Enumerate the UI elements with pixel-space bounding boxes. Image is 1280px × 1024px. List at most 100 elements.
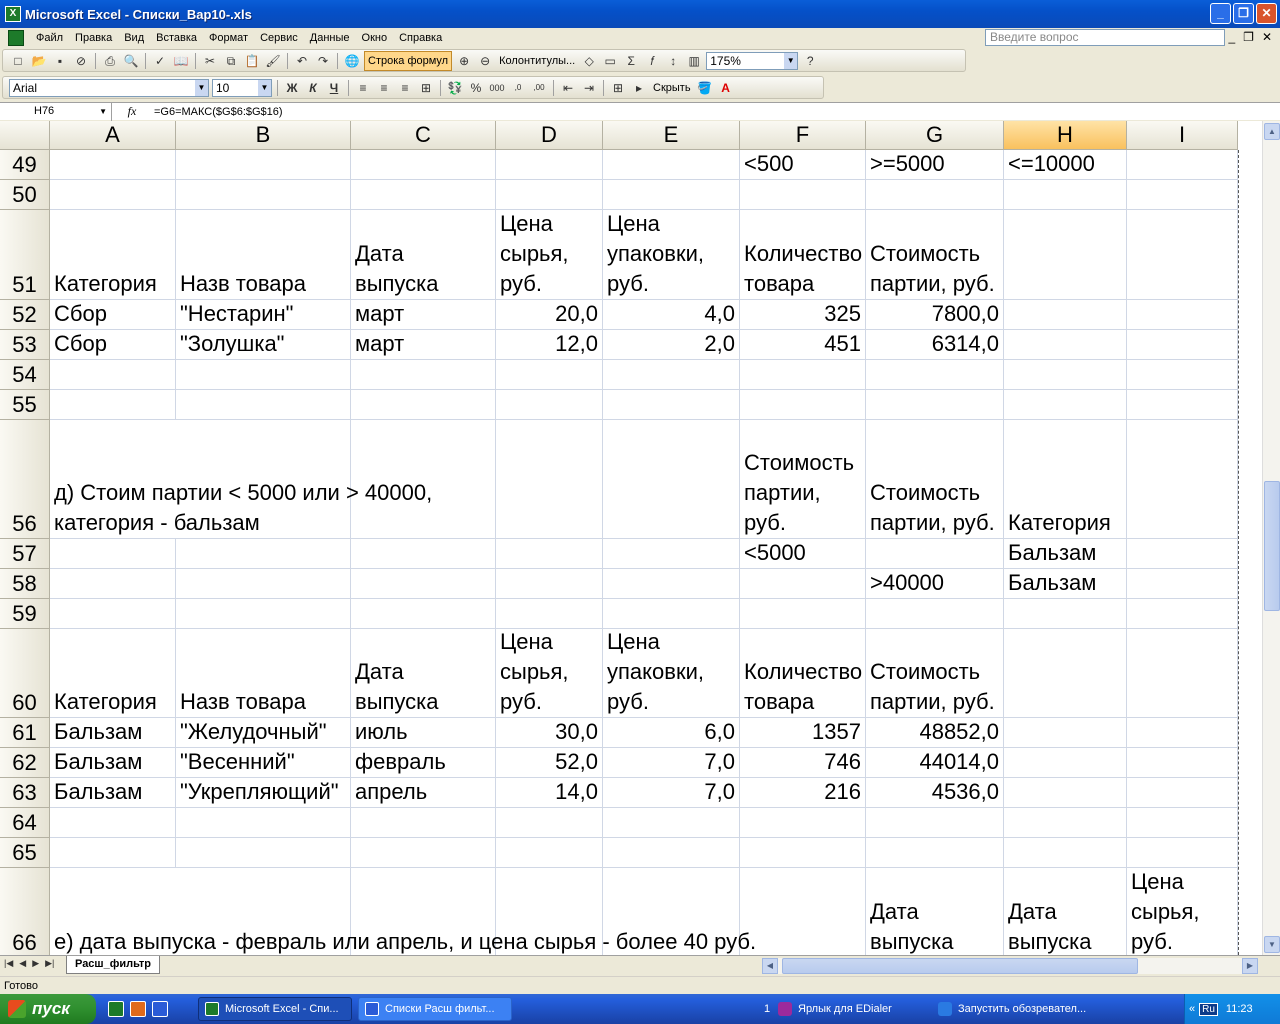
cell-i51[interactable] [1127,210,1238,300]
cell-h56[interactable]: Категория [1004,420,1127,539]
cell-b60[interactable]: Назв товара [176,629,351,718]
cell-a55[interactable] [50,390,176,420]
function-icon[interactable]: 𝑓 [643,52,661,70]
cell-h58[interactable]: Бальзам [1004,569,1127,599]
row-header[interactable]: 61 [0,718,50,748]
column-header-d[interactable]: D [496,121,603,150]
cell-c55[interactable] [351,390,496,420]
cell-g49[interactable]: >=5000 [866,150,1004,180]
first-sheet-icon[interactable]: |◀ [4,958,13,969]
hyperlink-icon[interactable]: 🌐 [343,52,361,70]
show-row-icon[interactable]: ▸ [630,79,648,97]
cell-g50[interactable] [866,180,1004,210]
cell-d54[interactable] [496,360,603,390]
cell-g60[interactable]: Стоимость партии, руб. [866,629,1004,718]
cell-e64[interactable] [603,808,740,838]
cell-b57[interactable] [176,539,351,569]
cell-c49[interactable] [351,150,496,180]
cell-d52[interactable]: 20,0 [496,300,603,330]
cell-f57[interactable]: <5000 [740,539,866,569]
cell-g52[interactable]: 7800,0 [866,300,1004,330]
cut-icon[interactable]: ✂ [201,52,219,70]
cell-h62[interactable] [1004,748,1127,778]
borders-icon[interactable]: ⊞ [609,79,627,97]
cell-h59[interactable] [1004,599,1127,629]
hide-button[interactable]: Скрыть [651,82,693,94]
cell-g65[interactable] [866,838,1004,868]
taskbar-word-button[interactable]: Списки Расш фильт... [358,997,512,1021]
language-indicator[interactable]: Ru [1199,1002,1218,1016]
autosum-icon[interactable]: Σ [622,52,640,70]
cell-g51[interactable]: Стоимость партии, руб. [866,210,1004,300]
cell-c59[interactable] [351,599,496,629]
cell-e49[interactable] [603,150,740,180]
scroll-up-icon[interactable]: ▲ [1264,123,1280,140]
cell-g54[interactable] [866,360,1004,390]
cell-e59[interactable] [603,599,740,629]
cell-h61[interactable] [1004,718,1127,748]
cell-b62[interactable]: "Весенний" [176,748,351,778]
cell-b53[interactable]: "Золушка" [176,330,351,360]
cell-a49[interactable] [50,150,176,180]
cell-f60[interactable]: Количество товара [740,629,866,718]
cell-a53[interactable]: Сбор [50,330,176,360]
cell-a65[interactable] [50,838,176,868]
cell-f49[interactable]: <500 [740,150,866,180]
row-header[interactable]: 65 [0,838,50,868]
close-button[interactable]: ✕ [1256,3,1277,24]
cell-a52[interactable]: Сбор [50,300,176,330]
cell-b59[interactable] [176,599,351,629]
cell-i58[interactable] [1127,569,1238,599]
row-header[interactable]: 52 [0,300,50,330]
cell-f65[interactable] [740,838,866,868]
row-header[interactable]: 55 [0,390,50,420]
cell-a51[interactable]: Категория [50,210,176,300]
cell-e61[interactable]: 6,0 [603,718,740,748]
undo-icon[interactable]: ↶ [293,52,311,70]
row-header[interactable]: 50 [0,180,50,210]
font-color-icon[interactable]: A [717,79,735,97]
start-button[interactable]: пуск [0,994,96,1024]
edialer-shortcut[interactable]: Ярлык для EDialer [776,994,892,1024]
cell-b58[interactable] [176,569,351,599]
cell-i62[interactable] [1127,748,1238,778]
font-select[interactable]: Arial ▼ [9,78,209,97]
cell-a57[interactable] [50,539,176,569]
zoom-select[interactable]: 175% ▼ [706,51,799,70]
cell-g59[interactable] [866,599,1004,629]
font-size-select[interactable]: 10 ▼ [212,78,272,97]
cell-b61[interactable]: "Желудочный" [176,718,351,748]
increase-decimal-icon[interactable]: ,0 [509,79,527,97]
cell-a59[interactable] [50,599,176,629]
cell-g66[interactable]: Дата выпуска [866,868,1004,955]
cell-g61[interactable]: 48852,0 [866,718,1004,748]
cell-b55[interactable] [176,390,351,420]
help-icon[interactable]: ? [801,52,819,70]
cell-f58[interactable] [740,569,866,599]
cell-e50[interactable] [603,180,740,210]
cell-e56[interactable] [603,420,740,539]
cell-i50[interactable] [1127,180,1238,210]
cell-a61[interactable]: Бальзам [50,718,176,748]
cell-c62[interactable]: февраль [351,748,496,778]
cell-b65[interactable] [176,838,351,868]
cell-e53[interactable]: 2,0 [603,330,740,360]
cell-c60[interactable]: Дата выпуска [351,629,496,718]
cell-h63[interactable] [1004,778,1127,808]
cell-i63[interactable] [1127,778,1238,808]
browser-launcher[interactable]: Запустить обозревател... [936,994,1086,1024]
cell-a56[interactable]: д) Стоим партии < 5000 или > 40000, кате… [50,420,496,539]
column-header-i[interactable]: I [1127,121,1238,150]
cell-e65[interactable] [603,838,740,868]
cell-c53[interactable]: март [351,330,496,360]
row-header[interactable]: 57 [0,539,50,569]
decrease-indent-icon[interactable]: ⇤ [559,79,577,97]
cell-c57[interactable] [351,539,496,569]
cell-i49[interactable] [1127,150,1238,180]
cell-f56[interactable]: Стоимость партии, руб. [740,420,866,539]
cell-i64[interactable] [1127,808,1238,838]
cell-a66[interactable]: е) дата выпуска - февраль или апрель, и … [50,868,866,955]
print-icon[interactable]: ⎙ [101,52,119,70]
align-center-icon[interactable]: ≡ [375,79,393,97]
autoshape-icon[interactable]: ◇ [580,52,598,70]
